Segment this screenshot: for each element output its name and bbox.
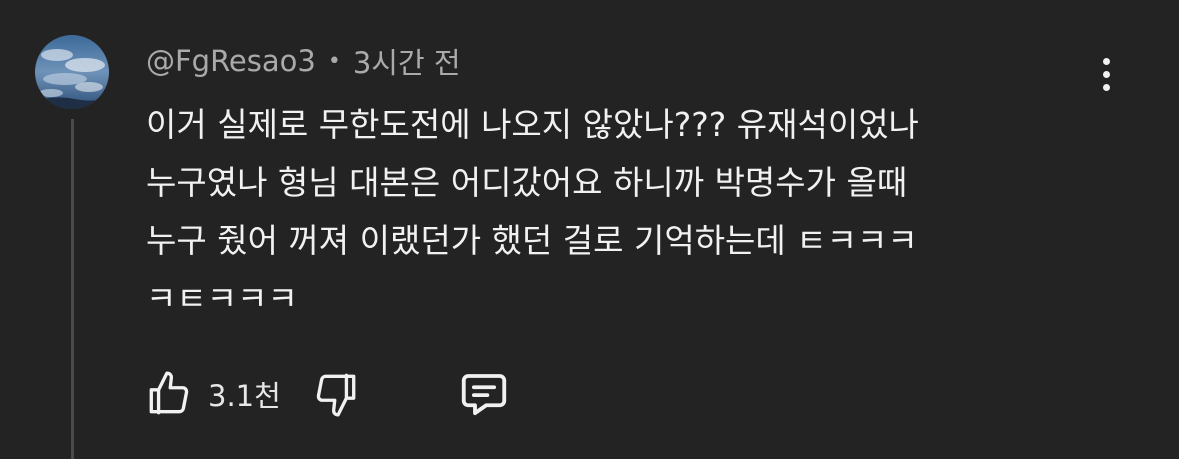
reply-comment-icon	[461, 374, 506, 416]
comment-time[interactable]: 3시간 전	[353, 40, 461, 82]
avatar-image	[35, 35, 109, 109]
author-name[interactable]: @FgResao3	[146, 44, 316, 78]
reply-button[interactable]	[457, 367, 511, 421]
more-vert-icon-dot	[1102, 83, 1110, 91]
separator-dot: •	[327, 48, 341, 74]
more-vert-icon-dot	[1102, 70, 1110, 78]
comment-body: 이거 실제로 무한도전에 나오지 않았나??? 유재석이었나 누구였나 형님 대…	[146, 96, 1096, 328]
thread-line	[71, 119, 74, 459]
comment-header: @FgResao3 • 3시간 전	[146, 38, 461, 84]
more-vert-icon	[1102, 57, 1110, 65]
comment-text-line: ㅋㅌㅋㅋㅋ	[146, 279, 298, 318]
comment-text-line: 누구 줬어 꺼져 이랬던가 했던 걸로 기억하는데 ㅌㅋㅋㅋ	[146, 221, 918, 260]
like-count: 3.1천	[208, 379, 281, 413]
dislike-button[interactable]	[311, 369, 361, 419]
avatar[interactable]	[35, 35, 109, 109]
comment-text-line: 이거 실제로 무한도전에 나오지 않았나??? 유재석이었나	[146, 105, 919, 144]
like-button[interactable]	[144, 369, 194, 419]
comment-text-line: 누구였나 형님 대본은 어디갔어요 하니까 박명수가 올때	[146, 163, 908, 202]
thumbs-up-icon	[149, 371, 189, 415]
more-options-button[interactable]	[1088, 48, 1124, 100]
comment-actions: 3.1천	[144, 364, 511, 424]
comment-item: @FgResao3 • 3시간 전 이거 실제로 무한도전에 나오지 않았나??…	[0, 0, 1179, 459]
thumbs-down-icon	[316, 373, 356, 417]
